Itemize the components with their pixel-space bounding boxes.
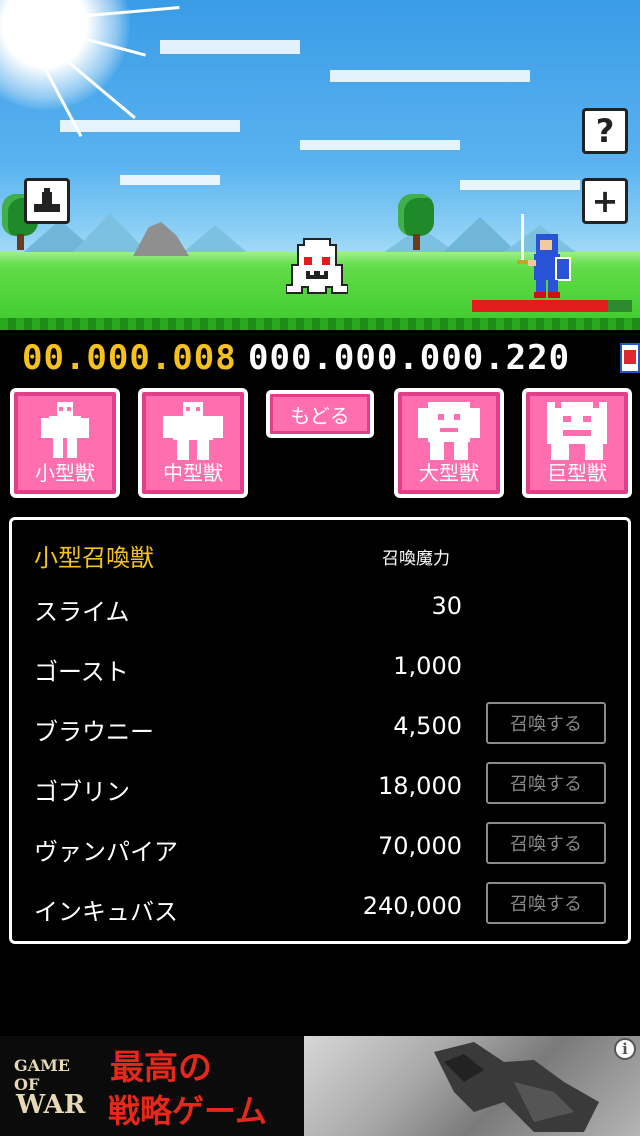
gold-counter: 00.000.008 xyxy=(22,338,237,378)
list-item: スライム 30 xyxy=(12,582,628,642)
medium-beast-icon xyxy=(163,402,223,460)
giant-beast-icon xyxy=(547,402,607,460)
hero-knight xyxy=(517,214,571,298)
cloud xyxy=(330,70,530,82)
help-button[interactable]: ? xyxy=(582,108,628,154)
summon-button[interactable]: 召喚する xyxy=(486,882,606,924)
monster-name: ヴァンパイア xyxy=(34,838,178,866)
monster-cost: 30 xyxy=(431,592,462,620)
ad-headline-2: 戦略ゲーム xyxy=(108,1092,268,1130)
cloud xyxy=(120,175,220,185)
category-label: 小型獣 xyxy=(35,461,95,485)
upload-icon xyxy=(34,188,60,212)
monster-cost: 1,000 xyxy=(393,652,462,680)
dragon-image xyxy=(434,1042,599,1132)
category-large-beast[interactable]: 大型獣 xyxy=(394,388,504,498)
category-small-beast[interactable]: 小型獣 xyxy=(10,388,120,498)
game-screen: ? + 00.000.008 000.000.000.220 小型獣 中型獣 も… xyxy=(0,0,640,1136)
ad-logo-line1: GAME OF xyxy=(14,1056,70,1094)
back-button[interactable]: もどる xyxy=(266,390,374,438)
ad-left-panel: GAME OF WAR 最高の 戦略ゲーム xyxy=(0,1036,304,1136)
upload-button[interactable] xyxy=(24,178,70,224)
monster-name: ゴブリン xyxy=(34,778,130,806)
ad-info-icon[interactable]: i xyxy=(614,1038,636,1060)
cloud xyxy=(160,40,300,54)
ground-edge xyxy=(0,318,640,330)
question-icon: ? xyxy=(595,112,615,150)
cloud xyxy=(460,180,580,190)
tree xyxy=(398,194,434,250)
battle-scene: ? + xyxy=(0,0,640,330)
category-label: 巨型獣 xyxy=(547,461,607,485)
monster-name: インキュバス xyxy=(34,898,178,926)
list-item: ゴブリン 18,000 召喚する xyxy=(12,762,628,822)
hero-hp-bar xyxy=(472,300,632,312)
side-tab-icon[interactable] xyxy=(620,343,640,373)
ghost-monster[interactable] xyxy=(286,235,348,297)
hero-hp-fill xyxy=(472,300,608,312)
list-item: インキュバス 240,000 召喚する xyxy=(12,882,628,942)
summon-panel: 小型召喚獣 召喚魔力 スライム 30 ゴースト 1,000 ブラウニー 4,50… xyxy=(9,517,631,944)
add-button[interactable]: + xyxy=(582,178,628,224)
list-item: ブラウニー 4,500 召喚する xyxy=(12,702,628,762)
large-beast-icon xyxy=(418,402,480,460)
column-header-summon-mana: 召喚魔力 xyxy=(382,549,450,569)
cloud xyxy=(300,140,460,150)
summon-button[interactable]: 召喚する xyxy=(486,702,606,744)
list-item: ゴースト 1,000 xyxy=(12,642,628,702)
monster-name: スライム xyxy=(34,598,130,626)
category-label: 大型獣 xyxy=(419,461,479,485)
monster-cost: 4,500 xyxy=(393,712,462,740)
score-bar: 00.000.008 000.000.000.220 xyxy=(0,333,640,383)
monster-cost: 18,000 xyxy=(378,772,462,800)
category-medium-beast[interactable]: 中型獣 xyxy=(138,388,248,498)
list-item: ヴァンパイア 70,000 召喚する xyxy=(12,822,628,882)
ad-banner[interactable]: GAME OF WAR 最高の 戦略ゲーム i xyxy=(0,1036,640,1136)
plus-icon: + xyxy=(591,182,619,220)
small-beast-icon xyxy=(41,402,89,458)
cloud xyxy=(60,120,240,132)
ad-image: i xyxy=(304,1036,640,1136)
category-giant-beast[interactable]: 巨型獣 xyxy=(522,388,632,498)
summon-button[interactable]: 召喚する xyxy=(486,822,606,864)
power-counter: 000.000.000.220 xyxy=(248,338,571,378)
monster-name: ブラウニー xyxy=(34,718,154,746)
ad-logo-line2: WAR xyxy=(16,1090,86,1120)
monster-cost: 240,000 xyxy=(362,892,462,920)
monster-name: ゴースト xyxy=(34,658,129,686)
ad-logo: GAME OF WAR xyxy=(12,1046,96,1126)
category-label: 中型獣 xyxy=(163,461,223,485)
summon-button[interactable]: 召喚する xyxy=(486,762,606,804)
panel-title: 小型召喚獣 xyxy=(34,544,154,572)
ad-headline-1: 最高の xyxy=(110,1048,212,1088)
monster-cost: 70,000 xyxy=(378,832,462,860)
